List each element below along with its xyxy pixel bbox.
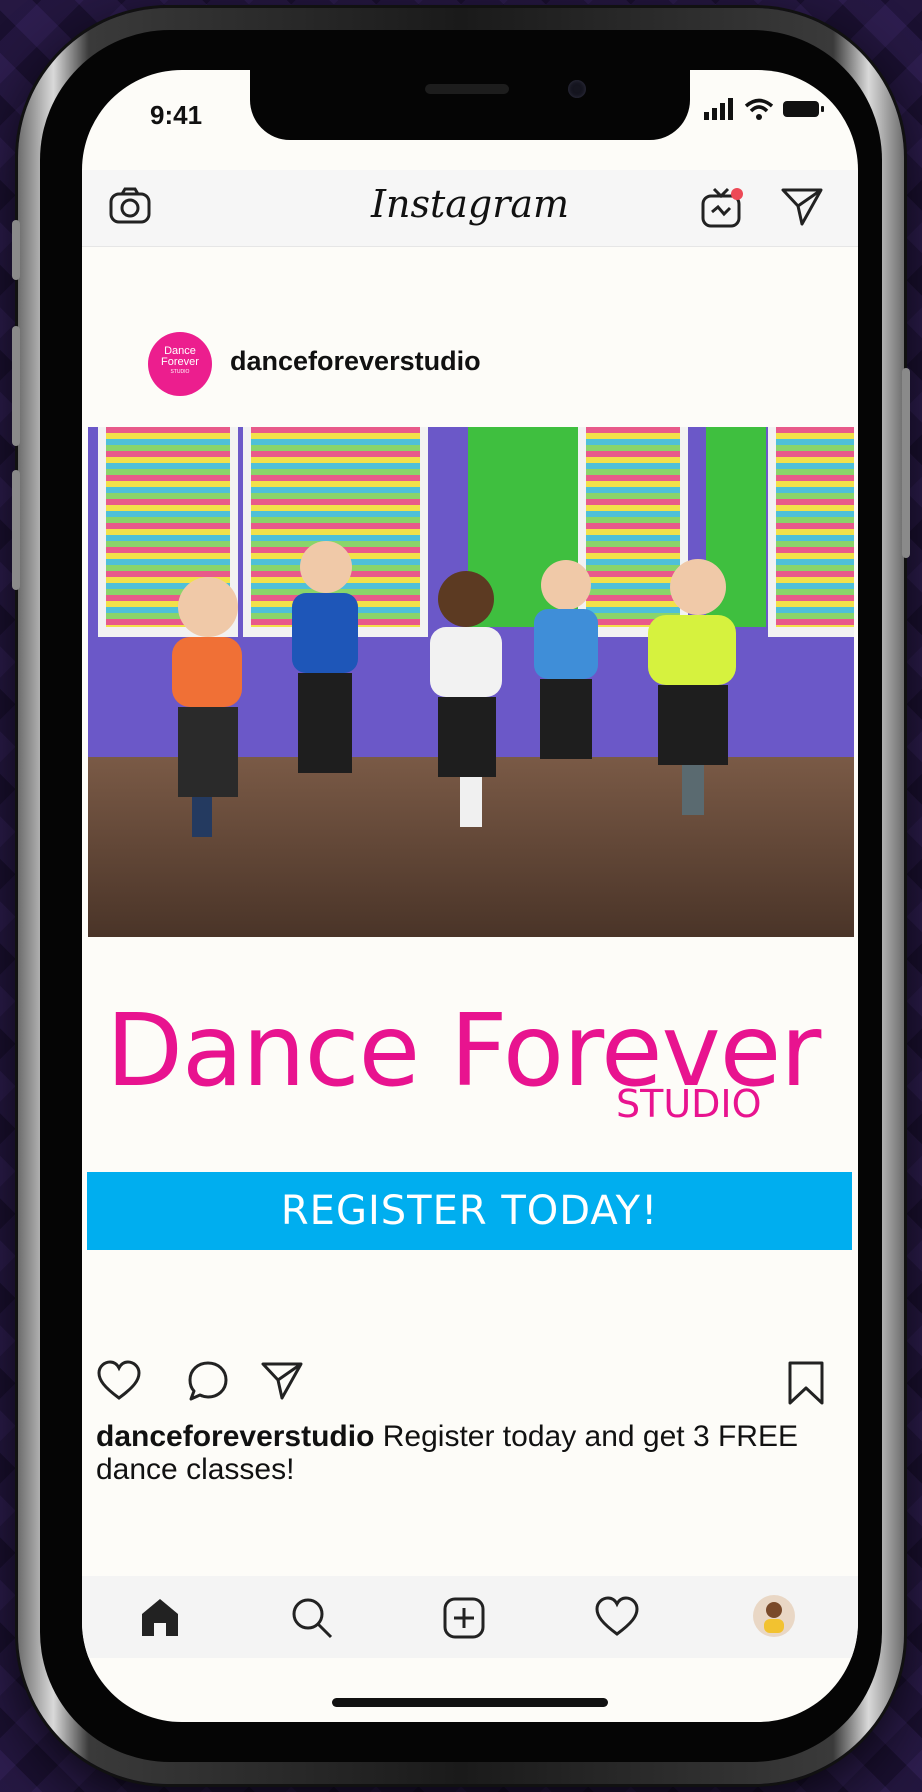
dancer-2: [292, 541, 358, 773]
wifi-icon: [744, 98, 774, 120]
post-caption: danceforeverstudio Register today and ge…: [96, 1420, 836, 1486]
bottom-tab-bar: [82, 1576, 858, 1658]
brand-subheadline: STUDIO: [616, 1082, 762, 1126]
post-image[interactable]: [88, 427, 854, 937]
post-header: Dance Forever STUDIO danceforeverstudio: [82, 246, 858, 396]
signal-icon: [704, 98, 733, 120]
app-header: Instagram: [82, 170, 858, 247]
share-icon[interactable]: [260, 1360, 304, 1405]
avatar[interactable]: Dance Forever STUDIO: [148, 332, 212, 396]
add-post-icon[interactable]: [442, 1596, 486, 1645]
profile-avatar[interactable]: [752, 1594, 796, 1643]
post-actions: [82, 1360, 858, 1410]
dancer-4: [534, 560, 598, 759]
silent-switch: [12, 220, 20, 280]
search-icon[interactable]: [290, 1596, 334, 1645]
avatar-text-line2: Forever: [161, 356, 199, 368]
avatar-text-line1: Dance: [164, 345, 196, 357]
power-button: [902, 368, 910, 558]
post-username[interactable]: danceforeverstudio: [230, 346, 481, 377]
bookmark-icon[interactable]: [786, 1360, 826, 1411]
status-icons: [704, 98, 826, 120]
heart-icon[interactable]: [96, 1360, 142, 1407]
igtv-icon[interactable]: [700, 186, 744, 235]
comment-icon[interactable]: [186, 1360, 230, 1407]
caption-username[interactable]: danceforeverstudio: [96, 1420, 374, 1453]
activity-heart-icon[interactable]: [594, 1596, 640, 1643]
status-time: 9:41: [150, 100, 203, 130]
speaker: [425, 84, 509, 94]
home-indicator[interactable]: [332, 1698, 608, 1707]
register-banner[interactable]: REGISTER TODAY!: [87, 1172, 852, 1250]
battery-icon: [783, 101, 824, 117]
phone-screen: 9:41 Instagram Dance Forever STUDIO danc…: [82, 70, 858, 1722]
front-camera: [568, 80, 586, 98]
avatar-text-line3: STUDIO: [170, 369, 190, 375]
volume-down-button: [12, 470, 20, 590]
home-icon[interactable]: [138, 1596, 182, 1643]
volume-up-button: [12, 326, 20, 446]
notch: [250, 70, 690, 140]
direct-message-icon[interactable]: [780, 186, 824, 231]
kids-dancing-photo: [88, 427, 854, 937]
